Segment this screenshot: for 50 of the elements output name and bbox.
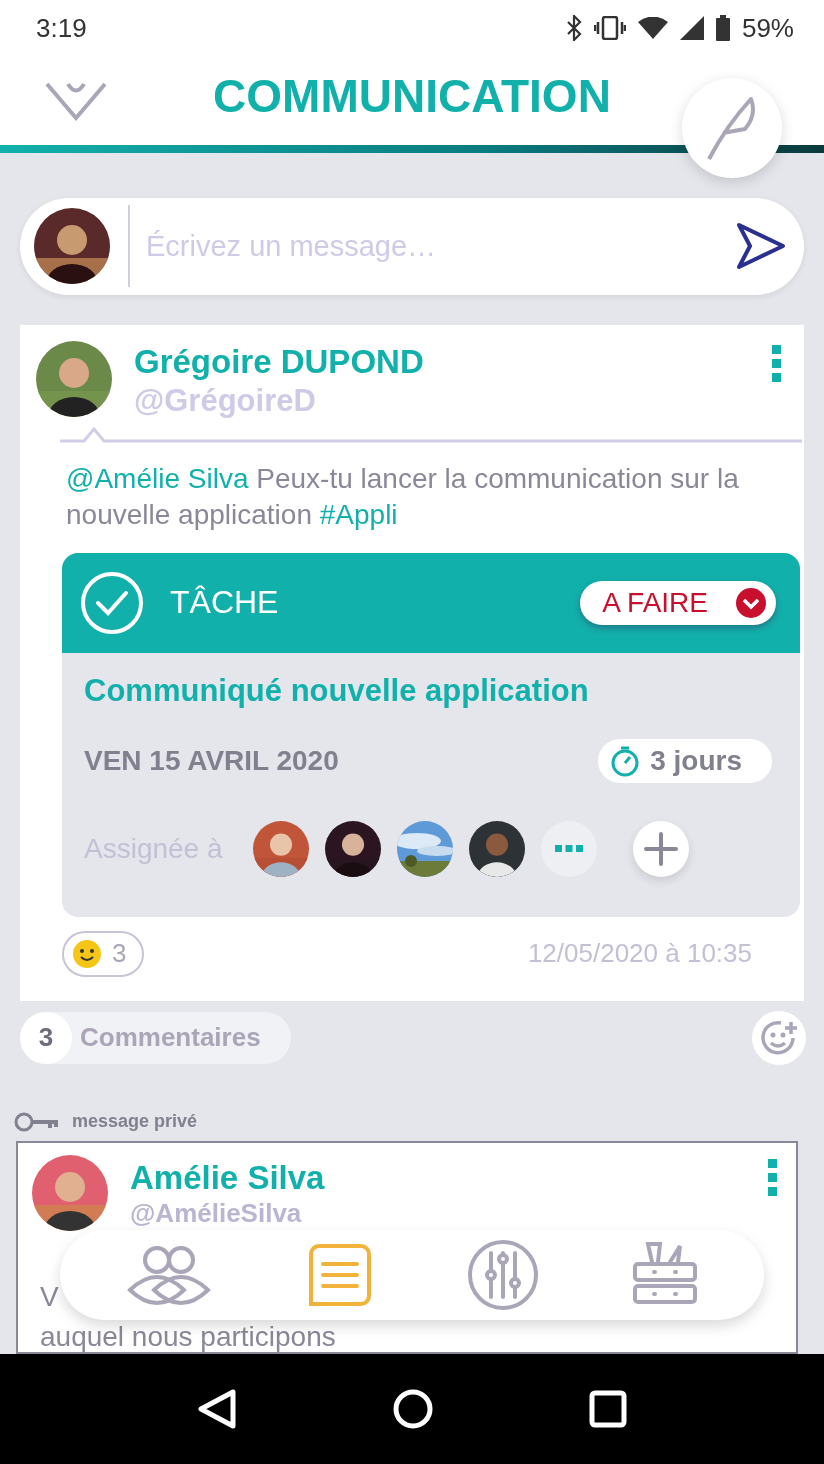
check-circle-icon [80, 570, 144, 635]
mention-link[interactable]: @Amélie Silva [66, 462, 249, 494]
nav-tab[interactable] [467, 1239, 540, 1311]
task-date: VEN 15 AVRIL 2020 [84, 744, 339, 777]
more-icon [772, 344, 782, 383]
add-reaction-button[interactable] [752, 1010, 806, 1065]
stopwatch-icon [610, 744, 641, 777]
chevron-down-icon [736, 587, 766, 618]
nav-tab[interactable] [126, 1244, 213, 1306]
post-text: V [40, 1280, 59, 1312]
people-icon [126, 1244, 213, 1306]
bluetooth-icon [565, 15, 582, 41]
signal-icon [679, 16, 704, 40]
recents-button[interactable] [588, 1390, 627, 1428]
plus-icon [643, 831, 678, 866]
post-text: auquel nous participons [40, 1320, 336, 1352]
author-handle: @AmélieSilva [130, 1198, 303, 1227]
post-text: @Amélie Silva Peux-tu lancer la communication sur la nouvelle application #Appli [66, 461, 740, 532]
post-timestamp: 12/05/2020 à 10:35 [527, 938, 752, 970]
battery-icon [715, 15, 730, 41]
smiley-icon [72, 938, 102, 969]
logo-icon[interactable] [44, 80, 108, 121]
back-button[interactable] [197, 1388, 238, 1430]
wifi-icon [637, 17, 668, 39]
comments-button[interactable]: 3 Commentaires [20, 1011, 291, 1064]
send-icon [736, 222, 786, 271]
task-label: TÂCHE [170, 584, 280, 622]
feather-icon [707, 95, 757, 161]
author-name: Grégoire DUPOND [134, 342, 425, 381]
key-icon [14, 1110, 60, 1133]
recents-icon [588, 1390, 627, 1428]
home-button[interactable] [392, 1388, 434, 1430]
reaction-button[interactable]: 3 [62, 930, 145, 977]
page-title: COMMUNICATION [213, 68, 611, 123]
sliders-icon [467, 1239, 540, 1311]
task-title: Communiqué nouvelle application [83, 671, 590, 709]
add-assignee-button[interactable] [632, 820, 689, 877]
duration-badge: 3 jours [598, 738, 772, 783]
battery-level: 59% [741, 12, 794, 44]
ellipsis-icon [554, 844, 583, 853]
author-name: Amélie Silva [130, 1158, 326, 1197]
vibrate-icon [593, 16, 626, 40]
hashtag-link[interactable]: #Appli [319, 498, 398, 530]
back-icon [197, 1388, 238, 1430]
home-icon [392, 1388, 434, 1430]
more-icon [768, 1158, 778, 1197]
send-button[interactable] [736, 222, 786, 271]
status-time: 3:19 [36, 12, 87, 44]
private-message-label: message privé [72, 1111, 198, 1133]
status-dropdown[interactable]: A FAIRE [580, 580, 776, 625]
